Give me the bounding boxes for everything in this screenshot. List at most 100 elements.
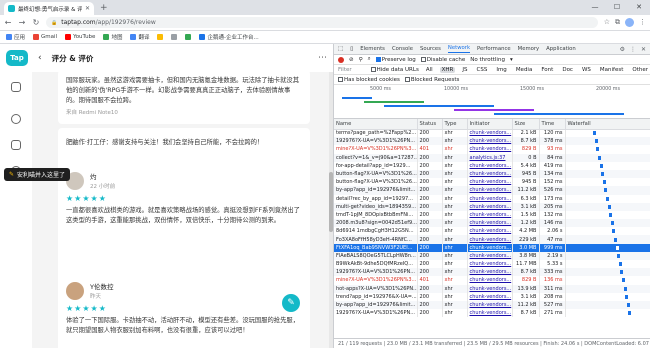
request-row[interactable]: by-app?app_id=192976&limit... 200 xhr chunk… [334,300,650,310]
bookmark-blank-3[interactable] [185,34,192,40]
clear-icon[interactable]: ⊘ [349,57,354,63]
settings-icon[interactable]: ⚙ [620,46,625,53]
browser-tab[interactable]: 最终幻想:勇气启示录 & 评价 ✕ [4,2,94,15]
filter-icon[interactable]: ⚲ [359,57,363,63]
request-initiator[interactable]: chunk-vendors... [467,129,513,138]
bookmark-blank-1[interactable] [157,34,164,40]
request-initiator[interactable]: chunk-vendors... [467,276,513,285]
request-initiator[interactable]: analytics.js:37 [467,153,513,162]
type-xhr[interactable]: XHR [439,66,456,73]
request-row[interactable]: for-app-detail?app_id=1929... 200 xhr chunk… [334,161,650,170]
request-row[interactable]: trend?app_id=192976&X-UA=... 200 xhr chunk-… [334,292,650,301]
request-initiator[interactable]: chunk-vendors... [467,260,513,269]
device-icon[interactable]: ▯ [350,46,353,52]
request-initiator[interactable]: chunk-vendors... [467,243,513,252]
tab-performance[interactable]: Performance [477,46,511,52]
has-blocked-cookies-checkbox[interactable]: Has blocked cookies [338,76,400,83]
inspect-icon[interactable]: ⬚ [338,46,343,52]
type-img[interactable]: Img [494,67,508,73]
address-bar[interactable]: 🔒 taptap.com/app/192976/review [46,17,598,28]
lock-icon[interactable]: 🔒 [51,20,57,26]
blocked-requests-checkbox[interactable]: Blocked Requests [404,76,459,83]
request-row[interactable]: hot-apps?X-UA=V%3D1%26PN... 200 xhr chunk-v… [334,284,650,293]
request-initiator[interactable]: chunk-vendors... [467,227,513,236]
type-all[interactable]: All [424,67,435,73]
request-row[interactable]: 2008.m3u8?sign=0042d51ef9... 200 xhr chunk-… [334,219,650,228]
search-icon[interactable]: ⌕ [368,56,371,63]
request-initiator[interactable]: chunk-vendors... [467,161,513,170]
new-tab-icon[interactable]: + [100,3,108,13]
tab-sources[interactable]: Sources [420,46,441,52]
request-row[interactable]: detail?rec_by_app_id=19297... 200 xhr chunk… [334,194,650,203]
request-row[interactable]: tmdT-1pJM_8DOpixBtbBmFNi... 200 xhr chunk-v… [334,210,650,220]
menu-icon[interactable]: ⋮ [639,18,646,27]
bookmark-youtube[interactable]: YouTube [65,34,95,40]
bookmark-gmail[interactable]: Gmail [33,34,57,40]
col-waterfall[interactable]: Waterfall [565,119,650,130]
username[interactable]: Y伦数控 [90,281,113,291]
col-status[interactable]: Status [417,119,443,130]
bookmark-blank-2[interactable] [171,34,178,40]
request-initiator[interactable]: chunk-vendors... [467,169,513,179]
request-row[interactable]: multi-get?video_ids=1894359... 200 xhr chun… [334,202,650,211]
filter-input[interactable]: Filter [338,67,366,73]
request-row[interactable]: collect?v=1&_v=j90&a=17287... 200 xhr analy… [334,153,650,162]
bookmark-apps[interactable]: 应用 [6,33,25,41]
request-row[interactable]: Fo3XA8oFfH58yD3eH-4RNfC... 200 xhr chunk-ve… [334,235,650,244]
taptap-logo[interactable]: Tap [6,50,28,66]
extensions-icon[interactable]: ⧉ [615,18,620,27]
username[interactable]: 灼 [90,171,115,181]
col-time[interactable]: Time [539,119,566,130]
request-row[interactable]: mine?X-UA=V%3D1%26PN%3... 401 xhr chunk-ven… [334,276,650,285]
home-icon[interactable] [11,82,21,92]
request-initiator[interactable]: chunk-vendors... [467,137,513,146]
back-icon[interactable]: ‹ [38,53,42,63]
more-icon[interactable]: ⋯ [318,53,327,63]
window-close-icon[interactable]: ✕ [628,0,650,15]
tab-network[interactable]: Network [447,45,471,53]
review-user[interactable]: Y伦数控 昨天 [66,281,302,300]
type-css[interactable]: CSS [475,67,490,73]
request-initiator[interactable]: chunk-vendors... [467,292,513,301]
tab-console[interactable]: Console [392,46,413,52]
request-initiator[interactable]: chunk-vendors... [467,284,513,293]
request-row[interactable]: 8d6914 1mdbgCgH3H12G5N... 200 xhr chunk-ven… [334,227,650,236]
disable-cache-checkbox[interactable]: Disable cache [420,56,465,63]
request-initiator[interactable]: chunk-vendors... [467,300,513,310]
bookmark-translate[interactable]: 翻译 [130,33,149,41]
minimize-icon[interactable]: — [584,0,606,15]
preserve-log-checkbox[interactable]: Preserve log [375,56,416,63]
throttling-select[interactable]: No throttling [470,57,505,63]
star-icon[interactable]: ☆ [604,18,610,27]
type-font[interactable]: Font [539,67,555,73]
back-arrow-icon[interactable]: ← [4,18,12,27]
col-initiator[interactable]: Initiator [467,119,513,130]
request-row[interactable]: button-flag?X-UA=V%3D1%26... 200 xhr chunk-… [334,178,650,187]
col-size[interactable]: Size [512,119,540,130]
avatar[interactable] [66,281,84,300]
request-row[interactable]: FlAeBALS8QOeG5TLCLpHW8n... 200 xhr chunk-ve… [334,251,650,260]
request-initiator[interactable]: chunk-vendors... [467,268,513,277]
type-doc[interactable]: Doc [560,67,575,73]
request-initiator[interactable]: chunk-vendors... [467,178,513,187]
request-initiator[interactable]: chunk-vendors... [467,219,513,228]
kebab-icon[interactable]: ⋮ [630,46,636,53]
request-row[interactable]: FtXFA1oq_Bab95NVW3F2UEI... 200 xhr chunk-ve… [334,243,650,252]
request-initiator[interactable]: chunk-vendors... [467,145,513,154]
close-icon[interactable]: ✕ [85,5,90,12]
request-row[interactable]: by-app?app_id=192976&limit... 200 xhr chunk… [334,186,650,195]
col-name[interactable]: Name [334,119,418,130]
request-row[interactable]: mine?X-UA=V%3D1%26PN%3... 401 xhr chunk-ven… [334,145,650,154]
forward-arrow-icon[interactable]: → [18,18,26,27]
request-initiator[interactable]: chunk-vendors... [467,251,513,260]
request-initiator[interactable]: chunk-vendors... [467,202,513,211]
tab-memory[interactable]: Memory [518,46,540,52]
bookmark-maps[interactable]: 地图 [103,33,122,41]
discover-icon[interactable] [11,140,21,150]
request-row[interactable]: 192976?X-UA=V%3D1%26PN... 200 xhr chunk-ven… [334,137,650,146]
close-devtools-icon[interactable]: ✕ [641,46,646,53]
request-row[interactable]: B9WkAkBt-9dhe5DQfMRzeIQ... 200 xhr chunk-ve… [334,260,650,269]
request-initiator[interactable]: chunk-vendors... [467,186,513,195]
type-js[interactable]: JS [460,67,469,73]
request-row[interactable]: 192976?X-UA=V%3D1%26PN... 200 xhr chunk-ven… [334,309,650,318]
